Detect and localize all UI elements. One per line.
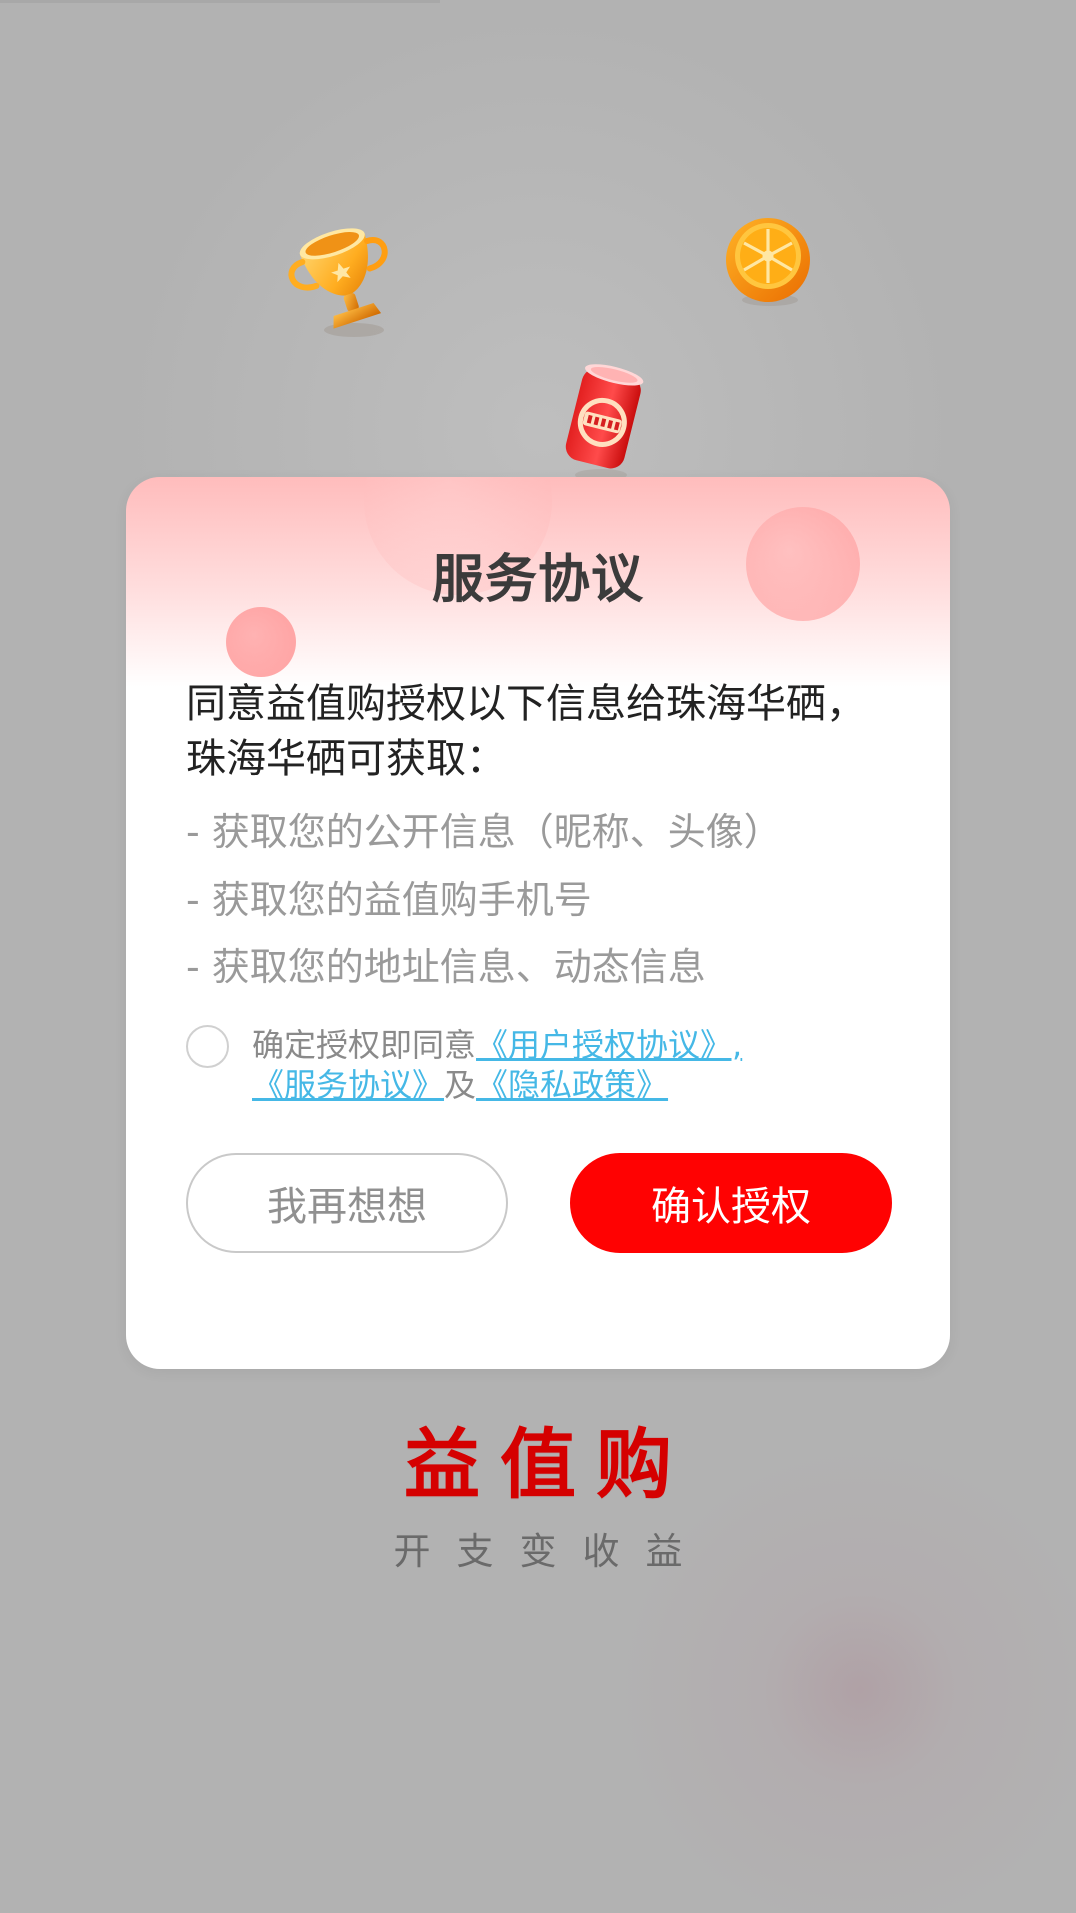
privacy-policy-link[interactable]: 《隐私政策》 <box>476 1066 668 1104</box>
agreement-line-1: 确定授权即同意《用户授权协议》, <box>252 1025 872 1065</box>
orange-icon <box>720 212 816 308</box>
consent-radio[interactable] <box>186 1025 229 1068</box>
can-icon <box>555 356 655 484</box>
cancel-button[interactable]: 我再想想 <box>186 1153 508 1253</box>
authorization-screen: 服务协议 同意益值购授权以下信息给珠海华硒， 珠海华硒可获取： - 获取您的公开… <box>0 0 1076 1913</box>
dialog-title: 服务协议 <box>431 550 644 610</box>
permission-item-address: - 获取您的地址信息、动态信息 <box>186 945 706 989</box>
agreement-line-2: 《服务协议》及《隐私政策》 <box>252 1065 872 1105</box>
decorative-bubble <box>226 607 296 677</box>
agreement-prefix: 确定授权即同意 <box>252 1026 477 1064</box>
user-authorization-agreement-link[interactable]: 《用户授权协议》, <box>476 1026 742 1064</box>
brand-slogan: 开支变收益 <box>393 1530 709 1573</box>
authorization-intro: 同意益值购授权以下信息给珠海华硒， 珠海华硒可获取： <box>186 677 910 787</box>
agreement-consent: 确定授权即同意《用户授权协议》, 《服务协议》及《隐私政策》 <box>186 1025 876 1110</box>
brand-logo: 益值购 <box>404 1420 692 1509</box>
service-agreement-dialog: 服务协议 同意益值购授权以下信息给珠海华硒， 珠海华硒可获取： - 获取您的公开… <box>126 477 950 1369</box>
trophy-icon <box>272 222 402 342</box>
intro-line-1: 同意益值购授权以下信息给珠海华硒， <box>186 681 866 727</box>
permission-item-public-info: - 获取您的公开信息（昵称、头像） <box>186 810 782 854</box>
confirm-authorization-button[interactable]: 确认授权 <box>570 1153 892 1253</box>
agreement-conjunction: 及 <box>444 1066 477 1104</box>
service-agreement-link[interactable]: 《服务协议》 <box>252 1066 444 1104</box>
agreement-text: 确定授权即同意《用户授权协议》, 《服务协议》及《隐私政策》 <box>252 1025 872 1105</box>
intro-line-2: 珠海华硒可获取： <box>186 736 506 782</box>
permission-item-phone: - 获取您的益值购手机号 <box>186 878 592 922</box>
top-strip <box>0 0 440 3</box>
